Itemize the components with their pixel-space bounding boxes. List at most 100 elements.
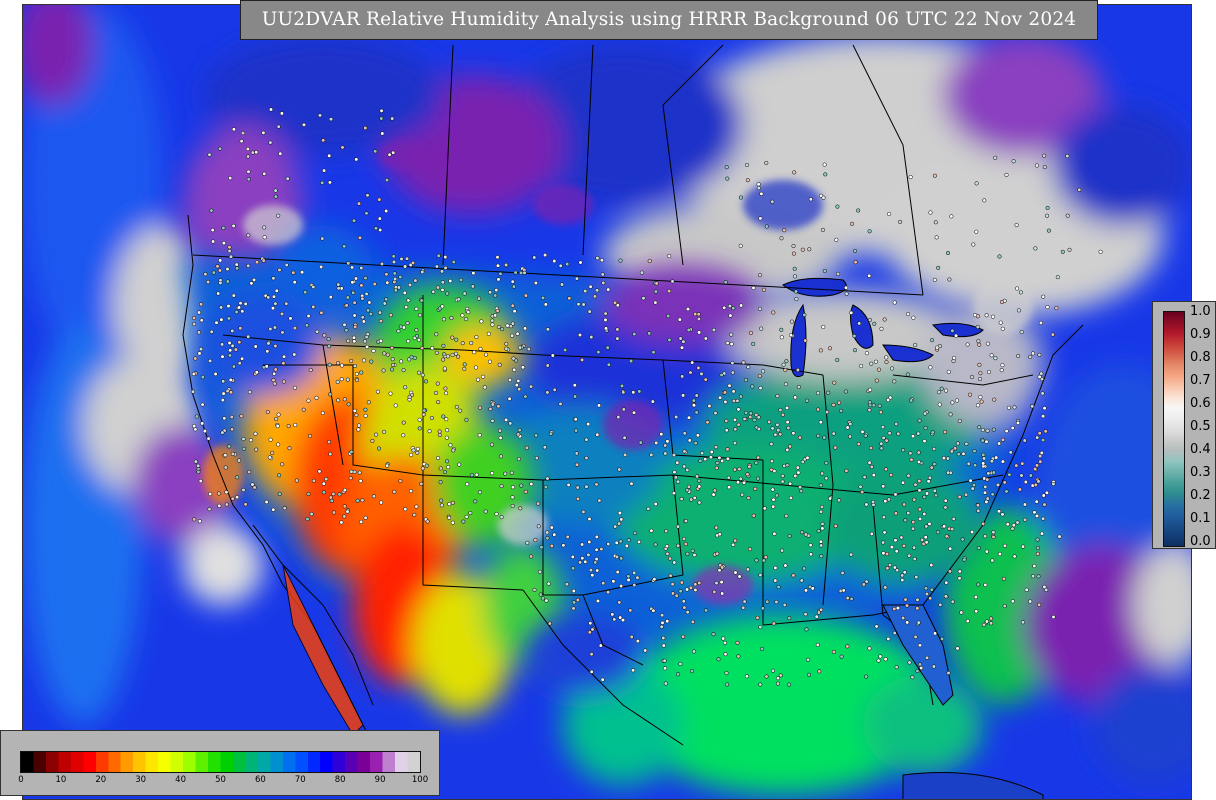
station-marker: [495, 308, 500, 313]
rh-tick-label: 20: [95, 775, 107, 785]
station-marker: [915, 606, 920, 611]
station-marker: [336, 286, 341, 291]
station-marker: [867, 229, 872, 234]
station-marker: [982, 456, 987, 461]
station-marker: [356, 201, 362, 206]
station-marker: [981, 452, 986, 457]
station-marker: [665, 439, 670, 444]
station-marker: [1040, 391, 1045, 396]
station-marker: [284, 262, 289, 268]
station-marker: [377, 216, 382, 221]
station-marker: [469, 340, 474, 346]
station-marker: [301, 407, 306, 412]
station-marker: [488, 290, 493, 295]
station-marker: [771, 497, 776, 502]
station-marker: [665, 551, 670, 556]
station-marker: [617, 510, 622, 516]
station-marker: [978, 371, 983, 376]
station-marker: [999, 299, 1005, 305]
station-marker: [798, 485, 803, 490]
station-marker: [950, 400, 955, 405]
station-marker: [273, 343, 278, 349]
station-marker: [411, 448, 416, 453]
station-marker: [791, 573, 796, 578]
station-marker: [981, 461, 986, 466]
station-marker: [892, 631, 897, 636]
station-marker: [915, 668, 920, 674]
station-marker: [474, 472, 479, 477]
station-marker: [636, 539, 642, 544]
station-marker: [892, 300, 897, 305]
station-marker: [304, 323, 309, 328]
station-marker: [927, 521, 932, 526]
station-marker: [493, 313, 498, 318]
station-marker: [944, 580, 949, 585]
station-marker: [278, 151, 283, 156]
station-marker: [1022, 517, 1028, 522]
station-marker: [545, 390, 550, 395]
station-marker: [198, 347, 204, 352]
station-marker: [667, 337, 672, 342]
station-marker: [412, 512, 417, 517]
station-marker: [729, 332, 734, 337]
station-marker: [532, 587, 537, 592]
station-marker: [543, 253, 548, 258]
station-marker: [262, 235, 267, 240]
station-marker: [989, 621, 994, 626]
station-marker: [697, 500, 702, 505]
station-marker: [477, 490, 482, 495]
station-marker: [340, 145, 345, 150]
station-marker: [326, 439, 332, 445]
station-marker: [713, 445, 719, 450]
station-marker: [1055, 275, 1060, 280]
station-marker: [824, 460, 829, 466]
station-marker: [471, 271, 476, 276]
station-marker: [495, 263, 501, 268]
station-marker: [440, 280, 445, 285]
station-marker: [711, 492, 716, 497]
rh-tick-label: 90: [374, 775, 386, 785]
station-marker: [696, 365, 701, 370]
station-marker: [558, 401, 563, 406]
station-marker: [982, 490, 988, 495]
station-marker: [464, 317, 469, 322]
station-marker: [1034, 513, 1040, 518]
station-marker: [888, 472, 894, 478]
station-marker: [917, 507, 922, 512]
station-marker: [856, 208, 861, 213]
station-marker: [342, 322, 347, 327]
station-marker: [944, 534, 949, 539]
station-marker: [770, 199, 775, 204]
station-marker: [382, 351, 387, 356]
station-marker: [955, 441, 960, 446]
station-marker: [651, 350, 656, 355]
station-marker: [215, 264, 220, 269]
station-marker: [972, 313, 978, 318]
station-marker: [694, 393, 699, 398]
station-marker: [818, 483, 823, 488]
station-marker: [964, 492, 969, 497]
station-marker: [231, 223, 236, 228]
station-marker: [697, 484, 702, 489]
station-marker: [355, 498, 360, 503]
station-marker: [618, 539, 623, 544]
station-marker: [317, 469, 322, 474]
station-marker: [722, 390, 728, 395]
station-marker: [917, 643, 923, 648]
station-marker: [393, 276, 398, 282]
station-marker: [373, 149, 378, 154]
innovation-tick-label: 0.4: [1190, 442, 1211, 457]
station-marker: [931, 664, 936, 669]
station-marker: [782, 228, 787, 233]
station-marker: [744, 410, 749, 415]
station-marker: [414, 333, 420, 339]
station-marker: [975, 403, 980, 408]
station-marker: [985, 428, 990, 433]
station-marker: [981, 521, 986, 526]
station-marker: [239, 414, 244, 419]
station-marker: [785, 463, 790, 468]
station-marker: [823, 172, 828, 177]
station-marker: [216, 291, 221, 296]
station-marker: [664, 529, 669, 534]
station-marker: [230, 451, 235, 456]
